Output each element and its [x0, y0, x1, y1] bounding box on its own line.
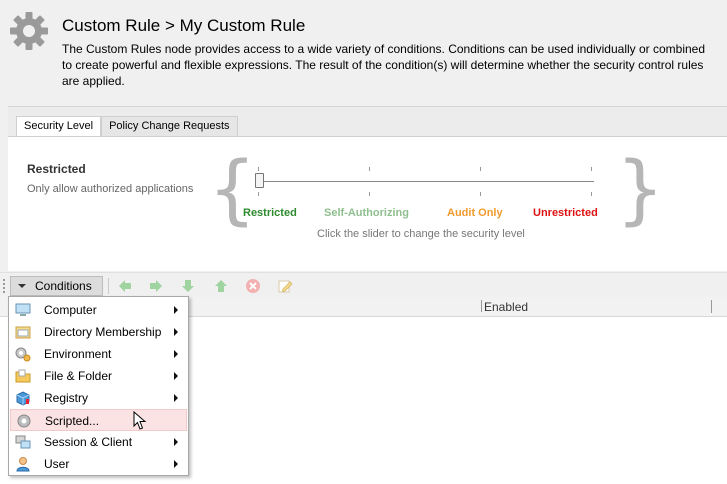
menu-item-label: Registry	[44, 391, 89, 405]
user-icon	[16, 457, 30, 472]
level-label-self-authorizing[interactable]: Self-Authorizing	[324, 207, 409, 219]
arrow-up-icon[interactable]	[213, 278, 229, 294]
computer-icon	[15, 303, 31, 316]
arrow-left-icon[interactable]	[117, 278, 133, 294]
folder-icon	[15, 369, 31, 383]
submenu-arrow-icon	[174, 328, 178, 336]
security-level-description: Only allow authorized applications	[27, 183, 194, 195]
security-level-title: Restricted	[27, 162, 86, 176]
tab-security-level[interactable]: Security Level	[16, 116, 102, 137]
page-description: The Custom Rules node provides access to…	[62, 42, 706, 88]
menu-item-label: Directory Membership	[44, 325, 162, 339]
menu-item-user[interactable]: User	[10, 453, 187, 475]
conditions-label: Conditions	[35, 279, 92, 293]
slider-tick	[591, 167, 592, 171]
script-icon	[17, 414, 31, 428]
menu-item-label: Computer	[44, 303, 97, 317]
menu-item-label: Session & Client	[44, 435, 133, 449]
security-level-content: Restricted Only allow authorized applica…	[8, 136, 727, 271]
submenu-arrow-icon	[174, 372, 178, 380]
slider-tick	[369, 192, 370, 196]
submenu-arrow-icon	[174, 394, 178, 402]
security-slider-thumb[interactable]	[255, 173, 264, 188]
slider-hint: Click the slider to change the security …	[317, 228, 525, 240]
submenu-arrow-icon	[174, 438, 178, 446]
conditions-dropdown-button[interactable]: Conditions	[10, 276, 103, 296]
menu-item-label: Scripted...	[45, 414, 100, 428]
tab-policy-change-requests[interactable]: Policy Change Requests	[101, 116, 238, 136]
menu-item-file-folder[interactable]: File & Folder	[10, 365, 187, 387]
menu-item-session-client[interactable]: Session & Client	[10, 431, 187, 453]
page-title: Custom Rule > My Custom Rule	[62, 16, 306, 35]
level-label-unrestricted[interactable]: Unrestricted	[533, 207, 598, 219]
column-divider[interactable]	[711, 300, 712, 313]
menu-item-scripted[interactable]: Scripted...	[10, 409, 187, 431]
caret-down-icon	[18, 284, 26, 288]
menu-item-environment[interactable]: Environment	[10, 343, 187, 365]
delete-icon[interactable]	[245, 278, 261, 294]
menu-item-label: User	[44, 457, 70, 471]
slider-tick	[369, 167, 370, 171]
edit-icon[interactable]	[277, 278, 293, 294]
session-icon	[15, 435, 31, 449]
directory-icon	[15, 326, 31, 339]
submenu-arrow-icon	[174, 350, 178, 358]
conditions-toolbar: Conditions	[0, 272, 727, 297]
column-header-enabled[interactable]: Enabled	[481, 300, 528, 314]
security-slider-track[interactable]	[258, 181, 594, 182]
slider-tick	[258, 167, 259, 171]
toolbar-grip[interactable]	[3, 279, 5, 293]
slider-tick	[480, 167, 481, 171]
mouse-cursor-icon	[133, 411, 147, 430]
submenu-arrow-icon	[174, 460, 178, 468]
menu-item-label: Environment	[44, 347, 112, 361]
submenu-arrow-icon	[174, 306, 178, 314]
environment-icon	[15, 347, 31, 362]
slider-tick	[591, 192, 592, 196]
level-label-restricted[interactable]: Restricted	[243, 207, 297, 219]
menu-item-directory-membership[interactable]: Directory Membership	[10, 321, 187, 343]
toolbar-separator	[108, 278, 109, 294]
tab-panel: Security Level Policy Change Requests Re…	[8, 106, 727, 271]
slider-tick	[258, 192, 259, 196]
registry-icon	[16, 391, 30, 406]
header: Custom Rule > My Custom Rule The Custom …	[0, 0, 727, 106]
menu-item-label: File & Folder	[44, 369, 113, 383]
slider-tick	[480, 192, 481, 196]
right-brace: }	[616, 144, 665, 233]
menu-item-registry[interactable]: Registry	[10, 387, 187, 409]
menu-item-computer[interactable]: Computer	[10, 299, 187, 321]
arrow-right-icon[interactable]	[148, 278, 164, 294]
conditions-menu: Computer Directory Membership Environmen…	[8, 296, 189, 476]
gear-icon	[10, 12, 48, 50]
tab-strip: Security Level Policy Change Requests	[16, 116, 238, 137]
level-label-audit-only[interactable]: Audit Only	[447, 207, 503, 219]
arrow-down-icon[interactable]	[180, 278, 196, 294]
